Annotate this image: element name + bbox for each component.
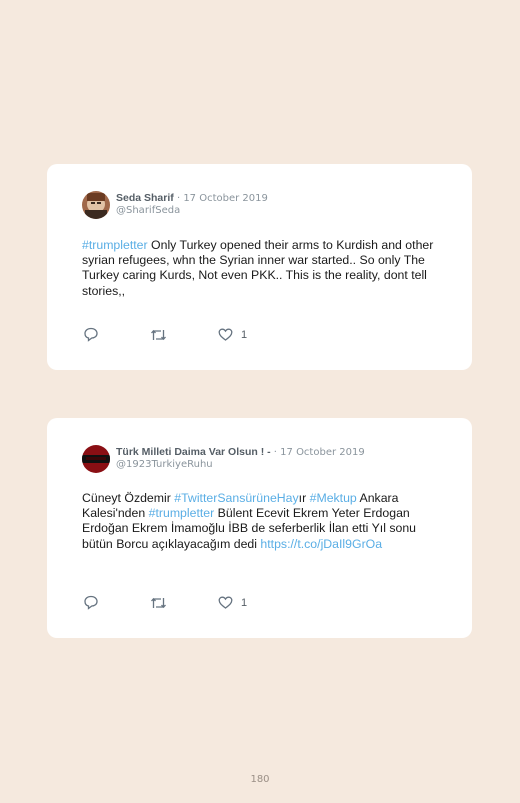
reply-button[interactable]	[83, 327, 150, 342]
tweet-date[interactable]: · 17 October 2019	[271, 447, 365, 458]
retweet-icon	[150, 328, 167, 342]
avatar[interactable]	[82, 445, 110, 473]
page-number: 180	[250, 774, 270, 785]
retweet-button[interactable]	[150, 328, 218, 342]
hashtag-link[interactable]: #trumpletter	[82, 238, 148, 252]
avatar[interactable]	[82, 191, 110, 219]
like-button[interactable]: 1	[218, 596, 247, 609]
tweet-actions: 1	[83, 595, 247, 610]
hashtag-link[interactable]: #trumpletter	[149, 506, 215, 520]
tweet-header: Seda Sharif · 17 October 2019 @SharifSed…	[82, 191, 268, 219]
like-count: 1	[241, 328, 248, 341]
author-handle[interactable]: @SharifSeda	[116, 205, 268, 217]
retweet-icon	[150, 596, 167, 610]
tweet-header: Türk Milleti Daima Var Olsun ! - · 17 Oc…	[82, 445, 365, 473]
reply-button[interactable]	[83, 595, 150, 610]
author-name[interactable]: Seda Sharif	[116, 192, 174, 204]
tweet-text: Cüneyt Özdemir #TwitterSansürüneHayır #M…	[82, 491, 438, 552]
author-handle[interactable]: @1923TurkiyeRuhu	[116, 459, 365, 471]
like-button[interactable]: 1	[218, 328, 247, 341]
hashtag-link[interactable]: #Mektup	[310, 491, 357, 505]
heart-icon	[218, 596, 233, 609]
tweet-text-segment: ır	[298, 491, 310, 505]
hashtag-link[interactable]: #TwitterSansürüneHay	[174, 491, 298, 505]
tweet-date[interactable]: · 17 October 2019	[174, 193, 268, 204]
url-link[interactable]: https://t.co/jDaIl9GrOa	[260, 537, 382, 551]
retweet-button[interactable]	[150, 596, 218, 610]
like-count: 1	[241, 596, 248, 609]
reply-icon	[83, 595, 99, 610]
tweet-text-segment: Cüneyt Özdemir	[82, 491, 175, 505]
tweet-meta: Seda Sharif · 17 October 2019 @SharifSed…	[116, 191, 268, 217]
author-name[interactable]: Türk Milleti Daima Var Olsun ! -	[116, 446, 271, 458]
tweet-card: Türk Milleti Daima Var Olsun ! - · 17 Oc…	[47, 418, 472, 638]
tweet-card: Seda Sharif · 17 October 2019 @SharifSed…	[47, 164, 472, 370]
tweet-text: #trumpletter Only Turkey opened their ar…	[82, 238, 438, 299]
tweet-meta: Türk Milleti Daima Var Olsun ! - · 17 Oc…	[116, 445, 365, 471]
reply-icon	[83, 327, 99, 342]
tweet-actions: 1	[83, 327, 247, 342]
heart-icon	[218, 328, 233, 341]
